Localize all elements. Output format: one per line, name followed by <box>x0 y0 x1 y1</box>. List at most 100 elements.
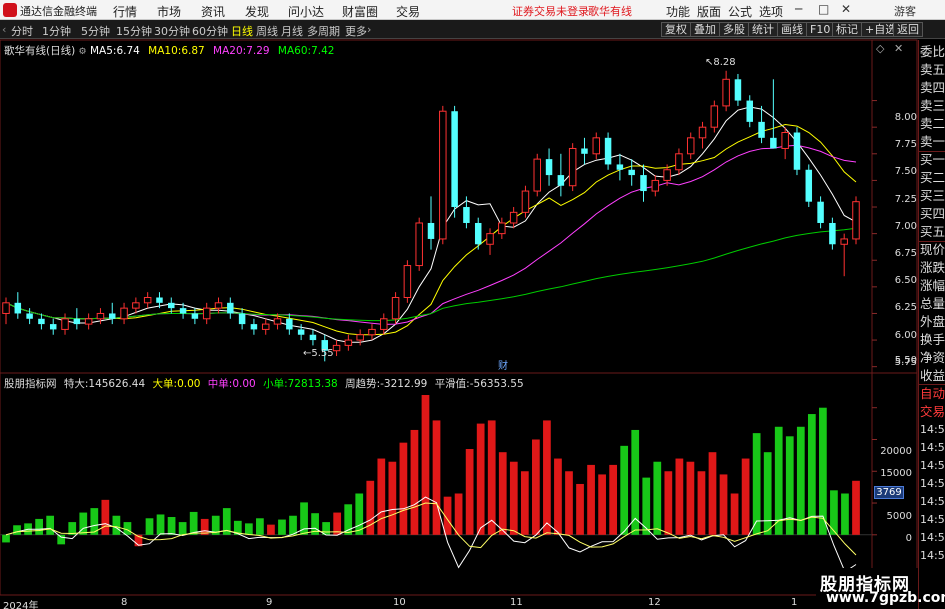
date-label: 8 <box>121 597 128 608</box>
price-tick: 7.50 <box>894 166 917 177</box>
candle-body <box>758 121 765 138</box>
indicator-legend: 股朋指标网 特大:145626.44 大单:0.00 中单:0.00 小单:72… <box>4 376 524 391</box>
chart-canvas[interactable] <box>0 0 918 609</box>
sidebar-item-sell4[interactable]: 卖四 <box>919 80 945 96</box>
indicator-bar <box>543 420 551 535</box>
sidebar-trade[interactable]: 交易 <box>919 404 945 420</box>
sidebar-item-price[interactable]: 现价 <box>919 242 945 258</box>
sidebar-item-order-ratio[interactable]: 委比 <box>919 44 945 60</box>
candle-body <box>179 308 187 314</box>
candle-body <box>38 318 45 325</box>
candle-body <box>616 164 624 170</box>
tick-time: 14:56 <box>920 531 945 544</box>
indicator-bar <box>587 464 595 535</box>
candle-body <box>132 302 140 309</box>
tick-time: 14:56 <box>920 459 945 472</box>
indicator-bar <box>609 464 618 535</box>
vol-tick: 15000 <box>880 468 912 479</box>
indicator-bar <box>57 534 66 545</box>
candle-body <box>273 318 282 325</box>
candle-body <box>238 313 246 325</box>
ma60-label: MA60: <box>277 45 312 57</box>
indicator-bar <box>145 518 154 535</box>
ind-small-value: 72813.38 <box>287 378 338 390</box>
quote-sidebar: 委比 卖五 卖四 卖三 卖二 卖一 买一 买二 买三 买四 买五 现价 涨跌 涨… <box>918 40 945 609</box>
sidebar-item-sell1[interactable]: 卖一 <box>919 134 945 150</box>
low-price-value: 5.55 <box>311 348 334 359</box>
sidebar-item-net-assets[interactable]: 净资 <box>919 350 945 366</box>
indicator-bar <box>852 480 860 535</box>
candle-body <box>710 105 719 128</box>
candle-body <box>698 126 707 139</box>
candle-body <box>168 302 175 309</box>
sidebar-item-buy2[interactable]: 买二 <box>919 170 945 186</box>
panel-diamond-icon[interactable]: ◇ <box>876 42 884 55</box>
candle-body <box>202 307 211 320</box>
financial-event-marker[interactable]: 财 <box>498 357 508 372</box>
sidebar-auto[interactable]: 自动 <box>919 386 945 402</box>
legend-settings-icon[interactable]: ⚙ <box>79 47 87 57</box>
candle-body <box>640 175 647 192</box>
candle-body <box>509 211 518 224</box>
indicator-bar <box>46 515 55 535</box>
candle-body <box>368 328 376 336</box>
sidebar-item-buy4[interactable]: 买四 <box>919 206 945 222</box>
candle-body <box>332 344 341 352</box>
indicator-bar <box>598 474 606 535</box>
indicator-bar <box>565 471 573 535</box>
indicator-bar <box>697 471 706 535</box>
ind-large-label: 大单: <box>152 378 178 390</box>
low-price-label: ←5.55 <box>303 348 334 359</box>
indicator-bar <box>267 524 275 535</box>
indicator-bar <box>432 420 441 535</box>
ind-smooth-label: 平滑值: <box>434 378 470 390</box>
sidebar-item-sell2[interactable]: 卖二 <box>919 116 945 132</box>
indicator-bar <box>189 511 198 535</box>
sidebar-item-sell5[interactable]: 卖五 <box>919 62 945 78</box>
indicator-bar <box>244 523 253 535</box>
candle-body <box>568 147 577 187</box>
sidebar-item-buy5[interactable]: 买五 <box>919 224 945 240</box>
sidebar-item-volume[interactable]: 总量 <box>919 296 945 312</box>
candle-body <box>143 296 152 304</box>
price-tick: 7.75 <box>894 139 917 150</box>
date-label: 12 <box>648 597 661 608</box>
indicator-bars <box>0 395 877 547</box>
vol-tick: 5000 <box>886 511 912 522</box>
ma20-value: 7.29 <box>246 45 270 57</box>
indicator-bar <box>421 395 430 535</box>
indicator-bar <box>532 439 540 535</box>
sidebar-item-outer[interactable]: 外盘 <box>919 314 945 330</box>
indicator-bar <box>167 517 176 535</box>
price-tick: 6.50 <box>894 275 917 286</box>
indicator-bar <box>123 522 132 535</box>
current-value-badge: 3769 <box>874 486 904 499</box>
candle-body <box>498 222 506 235</box>
candle-body <box>109 313 116 319</box>
candle-body <box>486 233 494 245</box>
candle-body <box>852 201 860 240</box>
sidebar-item-buy3[interactable]: 买三 <box>919 188 945 204</box>
indicator-bar <box>841 493 849 535</box>
ind-super-value: 145626.44 <box>88 378 146 390</box>
candle-body <box>793 132 801 170</box>
candle-body <box>675 153 683 171</box>
panel-close-icon[interactable]: ✕ <box>894 42 903 55</box>
price-tick: 6.25 <box>894 302 917 313</box>
price-tick: 6.00 <box>894 330 917 341</box>
indicator-bar <box>774 426 783 535</box>
sidebar-item-turnover[interactable]: 换手 <box>919 332 945 348</box>
indicator-bar <box>13 525 21 535</box>
candle-body <box>840 238 848 245</box>
indicator-bar <box>200 518 209 535</box>
high-price-value: 8.28 <box>713 57 736 68</box>
indicator-bar <box>509 461 518 535</box>
sidebar-item-change-pct[interactable]: 涨幅 <box>919 278 945 294</box>
indicator-bar <box>399 442 408 535</box>
candle-body <box>805 169 813 202</box>
sidebar-item-buy1[interactable]: 买一 <box>919 152 945 168</box>
vol-tick: 0 <box>905 533 912 544</box>
sidebar-item-change[interactable]: 涨跌 <box>919 260 945 276</box>
sidebar-item-earnings[interactable]: 收益 <box>919 368 945 384</box>
sidebar-item-sell3[interactable]: 卖三 <box>919 98 945 114</box>
